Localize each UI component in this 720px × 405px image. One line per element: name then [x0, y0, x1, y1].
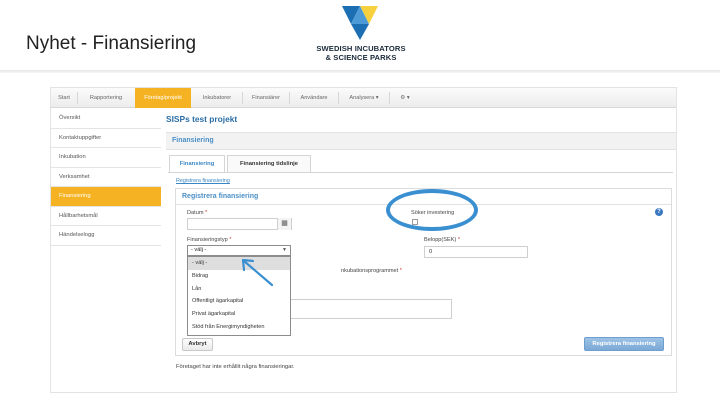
highlight-ellipse [386, 189, 478, 231]
logo: SWEDISH INCUBATORS & SCIENCE PARKS [306, 4, 416, 66]
comment-textarea[interactable] [286, 299, 452, 319]
incubation-program-label: nkubationsprogrammet * [341, 268, 402, 274]
nav-anvandare[interactable]: Användare [290, 88, 338, 108]
date-field[interactable]: ▦ [187, 218, 292, 230]
amount-label: Belopp(SEK) * [424, 237, 460, 243]
financing-type-label-text: Finansieringstyp [187, 237, 228, 243]
amount-field[interactable]: 0 [424, 246, 528, 258]
amount-label-text: Belopp(SEK) [424, 237, 457, 243]
form-title: Registrera finansiering [182, 193, 259, 200]
sidebar-item-inkubation[interactable]: Inkubation [51, 148, 161, 168]
slide-title: Nyhet - Finansiering [26, 33, 197, 54]
nav-foretag-projekt[interactable]: Företag/projekt [135, 88, 191, 108]
logo-line-2: & SCIENCE PARKS [325, 53, 397, 62]
financing-type-label: Finansieringstyp * [187, 237, 231, 243]
logo-mark-icon [342, 6, 378, 40]
section-header: Finansiering [166, 132, 676, 150]
required-mark: * [229, 237, 232, 243]
sidebar-item-hallbarhetsmal[interactable]: Hållbarhetsmål [51, 206, 161, 226]
sidebar-item-finansiering[interactable]: Finansiering [51, 187, 161, 207]
dropdown-option-stod-fran-energimyndigheten[interactable]: Stöd från Energimyndigheten [188, 321, 290, 334]
register-financing-link[interactable]: Registrera finansiering [176, 178, 230, 184]
nav-inkubatorer[interactable]: Inkubatorer [192, 88, 242, 108]
top-navbar: Start Rapportering Företag/projekt Inkub… [51, 88, 676, 108]
sidebar-item-handelselogg[interactable]: Händelselogg [51, 226, 161, 246]
dropdown-option-privat-agarkapital[interactable]: Privat ägarkapital [188, 308, 290, 321]
logo-text: SWEDISH INCUBATORS & SCIENCE PARKS [306, 44, 416, 62]
cancel-button[interactable]: Avbryt [182, 338, 213, 351]
date-label: Datum * [187, 210, 207, 216]
required-mark: * [457, 237, 461, 243]
dropdown-option-offentligt-agarkapital[interactable]: Offentligt ägarkapital [188, 295, 290, 308]
required-mark: * [205, 210, 208, 216]
app-screenshot: Start Rapportering Företag/projekt Inkub… [50, 87, 677, 393]
sidebar-item-oversikt[interactable]: Översikt [51, 109, 161, 129]
date-label-text: Datum [187, 210, 204, 216]
nav-finansiarer[interactable]: Finansiärer [243, 88, 289, 108]
logo-line-1: SWEDISH INCUBATORS [316, 44, 406, 53]
page-title: SISPs test projekt [166, 114, 238, 124]
incubation-program-label-text: nkubationsprogrammet [341, 268, 399, 274]
no-financing-note: Företaget har inte erhållit några finans… [176, 364, 295, 370]
sidebar-item-kontaktuppgifter[interactable]: Kontaktuppgifter [51, 128, 161, 148]
header-divider [0, 70, 720, 73]
nav-analysera-menu[interactable]: Analysera ▾ [339, 88, 389, 108]
nav-settings-gear-icon[interactable]: ⚙ ▾ [390, 88, 420, 108]
tab-finansiering-tidslinje[interactable]: Finansiering tidslinje [227, 155, 311, 172]
nav-rapportering[interactable]: Rapportering [78, 88, 134, 108]
register-financing-button[interactable]: Registrera finansiering [584, 337, 664, 351]
sidebar: Översikt Kontaktuppgifter Inkubation Ver… [51, 109, 161, 246]
calendar-icon[interactable]: ▦ [277, 218, 291, 230]
chevron-down-icon: ▼ [282, 247, 287, 253]
tab-finansiering[interactable]: Finansiering [169, 155, 225, 173]
nav-start[interactable]: Start [51, 88, 77, 108]
help-icon[interactable]: ? [655, 208, 663, 216]
tab-divider [168, 172, 673, 173]
financing-type-selected: - välj - [191, 247, 207, 253]
required-mark: * [399, 268, 402, 274]
sidebar-item-verksamhet[interactable]: Verksamhet [51, 167, 161, 187]
arrow-annotation-icon [241, 258, 274, 287]
